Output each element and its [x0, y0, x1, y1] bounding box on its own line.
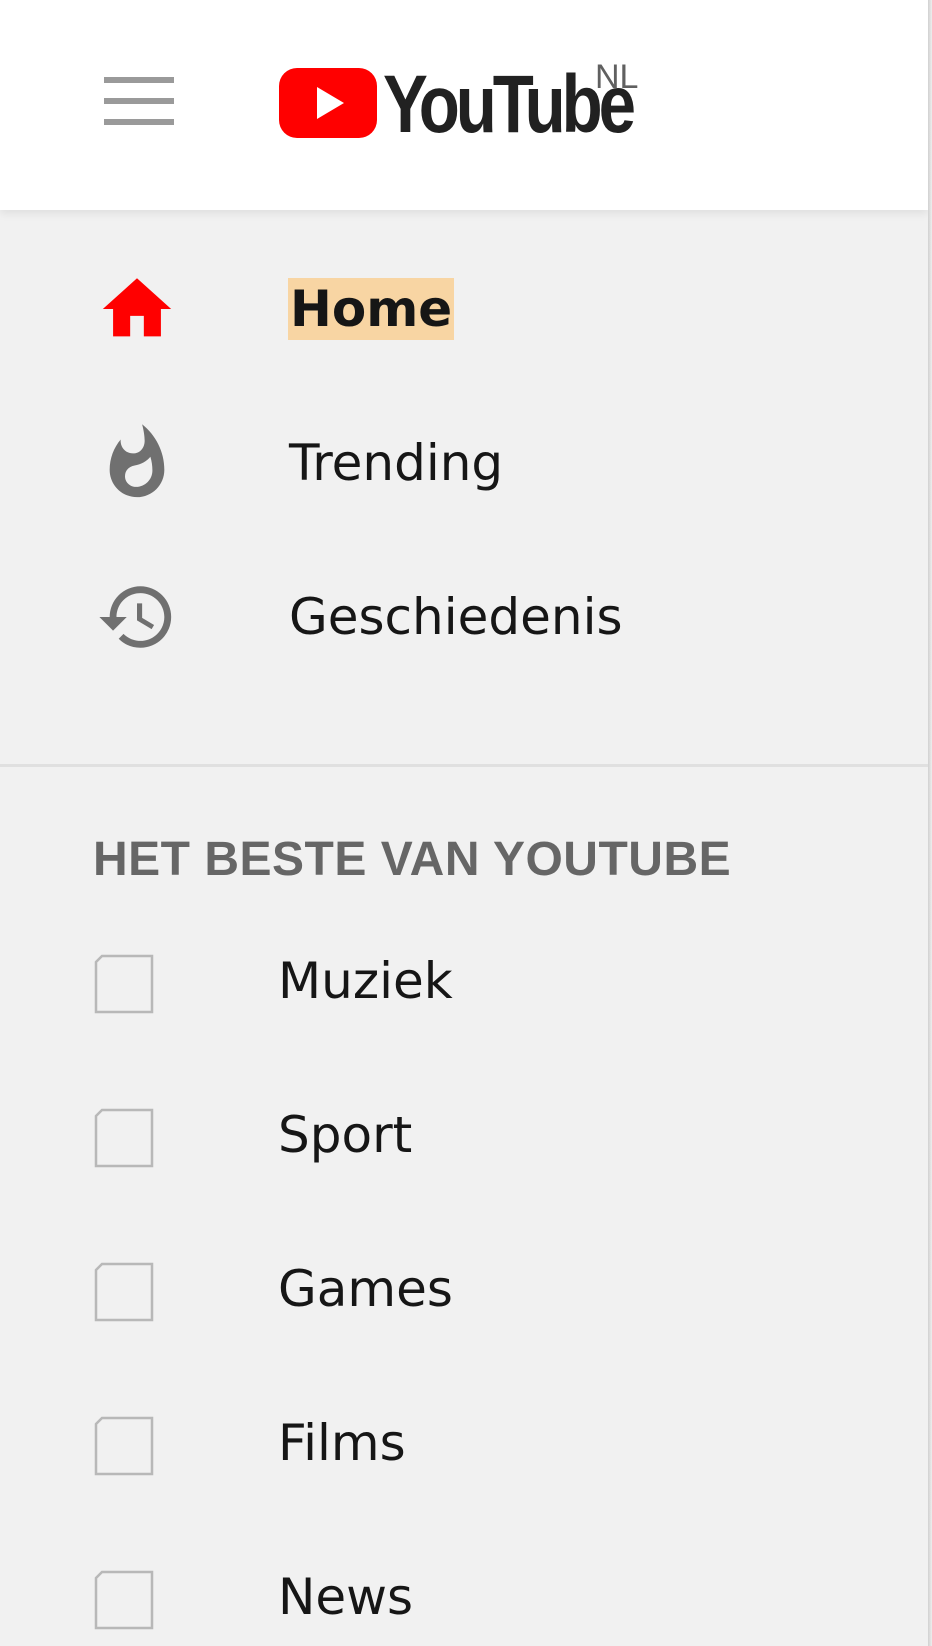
channel-thumbnail-icon [94, 1416, 154, 1476]
nav-item-home[interactable]: Home [0, 232, 928, 386]
channel-thumbnail-icon [94, 1108, 154, 1168]
main-nav: Home Trending Geschiedenis [0, 232, 928, 694]
channel-item-news[interactable]: News [0, 1536, 928, 1646]
region-code: NL [595, 58, 639, 96]
channel-label: Games [278, 1260, 453, 1318]
drawer-header: YouTube NL [0, 0, 928, 210]
history-icon [99, 586, 172, 648]
channel-label: Sport [278, 1106, 413, 1164]
best-of-youtube-list: Muziek Sport Games Films News [0, 920, 928, 1646]
channel-label: Films [278, 1414, 406, 1472]
section-heading: HET BESTE VAN YOUTUBE [93, 833, 732, 886]
channel-thumbnail-icon [94, 954, 154, 1014]
drawer-edge [928, 0, 932, 1646]
nav-item-trending[interactable]: Trending [0, 386, 928, 540]
channel-item-games[interactable]: Games [0, 1228, 928, 1382]
nav-item-label: Trending [289, 434, 504, 492]
app-frame: YouTube NL Home Trending Geschiedenis HE… [0, 0, 932, 1646]
channel-thumbnail-icon [94, 1570, 154, 1630]
nav-item-label: Home [288, 278, 455, 340]
nav-item-history[interactable]: Geschiedenis [0, 540, 928, 694]
youtube-play-logo-icon [279, 68, 377, 138]
channel-label: News [278, 1568, 414, 1626]
channel-item-sport[interactable]: Sport [0, 1074, 928, 1228]
flame-icon [109, 424, 165, 498]
home-icon [102, 278, 172, 337]
hamburger-menu-icon[interactable] [104, 77, 174, 125]
youtube-logo[interactable]: YouTube NL [279, 58, 659, 150]
channel-thumbnail-icon [94, 1262, 154, 1322]
nav-item-label: Geschiedenis [289, 588, 623, 646]
channel-item-muziek[interactable]: Muziek [0, 920, 928, 1074]
navigation-drawer: YouTube NL Home Trending Geschiedenis HE… [0, 0, 928, 1646]
channel-label: Muziek [278, 952, 453, 1010]
section-divider [0, 764, 928, 767]
channel-item-films[interactable]: Films [0, 1382, 928, 1536]
